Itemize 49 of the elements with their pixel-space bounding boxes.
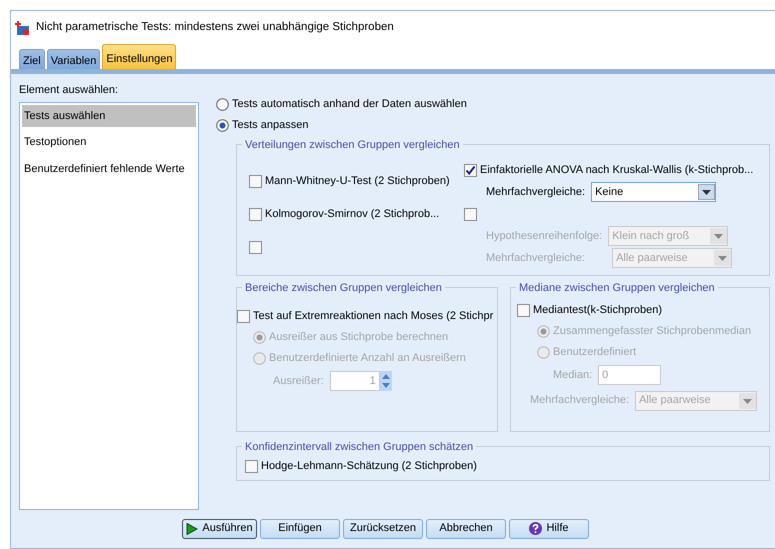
window-title: Nicht parametrische Tests: mindestens zwei unabhängige Stichproben bbox=[36, 20, 394, 36]
button[interactable]: Zurücksetzen bbox=[343, 518, 423, 538]
radio-label: Tests anpassen bbox=[232, 118, 308, 134]
radio-label: Ausreißer aus Stichprobe berechnen bbox=[269, 330, 448, 346]
group-title: Bereiche zwischen Gruppen vergleichen bbox=[242, 280, 445, 296]
field-label: Median: bbox=[553, 368, 592, 383]
radio-label: Benutzerdefiniert bbox=[553, 345, 636, 360]
radio-button[interactable] bbox=[216, 119, 229, 132]
checkbox[interactable] bbox=[464, 208, 477, 220]
radio-button[interactable] bbox=[216, 98, 229, 111]
checkbox[interactable] bbox=[237, 310, 250, 323]
button[interactable]: Einfügen bbox=[260, 518, 340, 538]
checkbox-label: Test auf Extremreaktionen nach Moses (2 Stichpr bbox=[253, 309, 494, 324]
dropdown[interactable]: Keine bbox=[591, 182, 716, 202]
button[interactable]: Ausführen bbox=[182, 518, 257, 538]
group-title: Mediane zwischen Gruppen vergleichen bbox=[516, 280, 718, 296]
group-title: Verteilungen zwischen Gruppen vergleichen bbox=[242, 137, 463, 154]
field-label: Mehrfachvergleiche: bbox=[486, 184, 586, 200]
radio-label: Zusammengefasster Stichprobenmedian bbox=[553, 324, 752, 340]
radio-label: Benutzerdefinierte Anzahl an Ausreißern bbox=[269, 351, 466, 366]
field-label: Hypothesenreihenfolge: bbox=[486, 228, 602, 244]
tab[interactable]: Ziel bbox=[19, 49, 45, 69]
checkbox-label: Mann-Whitney-U-Test (2 Stichproben) bbox=[265, 174, 450, 189]
button[interactable]: Hilfe bbox=[509, 518, 589, 538]
checkbox[interactable] bbox=[464, 164, 477, 176]
button[interactable]: Abbrechen bbox=[426, 518, 506, 538]
list-item[interactable]: Benutzerdefiniert fehlende Werte bbox=[22, 158, 196, 180]
checkbox[interactable] bbox=[249, 240, 262, 254]
checkbox-label: Kolmogorov-Smirnov (2 Stichprob... bbox=[265, 206, 440, 222]
group-title: Konfidenzintervall zwischen Gruppen schätzen bbox=[242, 439, 476, 456]
list-item[interactable]: Tests auswählen bbox=[22, 104, 196, 127]
list-label: Element auswählen: bbox=[19, 83, 120, 98]
checkbox[interactable] bbox=[249, 208, 262, 220]
checkbox[interactable] bbox=[249, 174, 262, 188]
tab[interactable]: Variablen bbox=[46, 49, 100, 69]
checkbox[interactable] bbox=[245, 460, 258, 473]
tab[interactable]: Einstellungen bbox=[102, 44, 176, 69]
app-icon bbox=[14, 20, 30, 36]
checkbox-label: Mediantest(k-Stichproben) bbox=[533, 303, 662, 318]
help-icon bbox=[529, 522, 542, 535]
field-label: Ausreißer: bbox=[273, 374, 324, 389]
field-label: Mehrfachvergleiche: bbox=[530, 393, 630, 408]
checkbox-label: Einfaktorielle ANOVA nach Kruskal-Wallis (k-Stichprob... bbox=[480, 162, 754, 178]
list-item[interactable]: Testoptionen bbox=[22, 131, 196, 154]
field-label: Mehrfachvergleiche: bbox=[486, 250, 586, 266]
play-icon bbox=[186, 522, 198, 534]
checkbox-label: Hodge-Lehmann-Schätzung (2 Stichproben) bbox=[261, 459, 477, 474]
checkbox[interactable] bbox=[517, 304, 530, 317]
radio-label: Tests automatisch anhand der Daten auswählen bbox=[232, 97, 467, 112]
